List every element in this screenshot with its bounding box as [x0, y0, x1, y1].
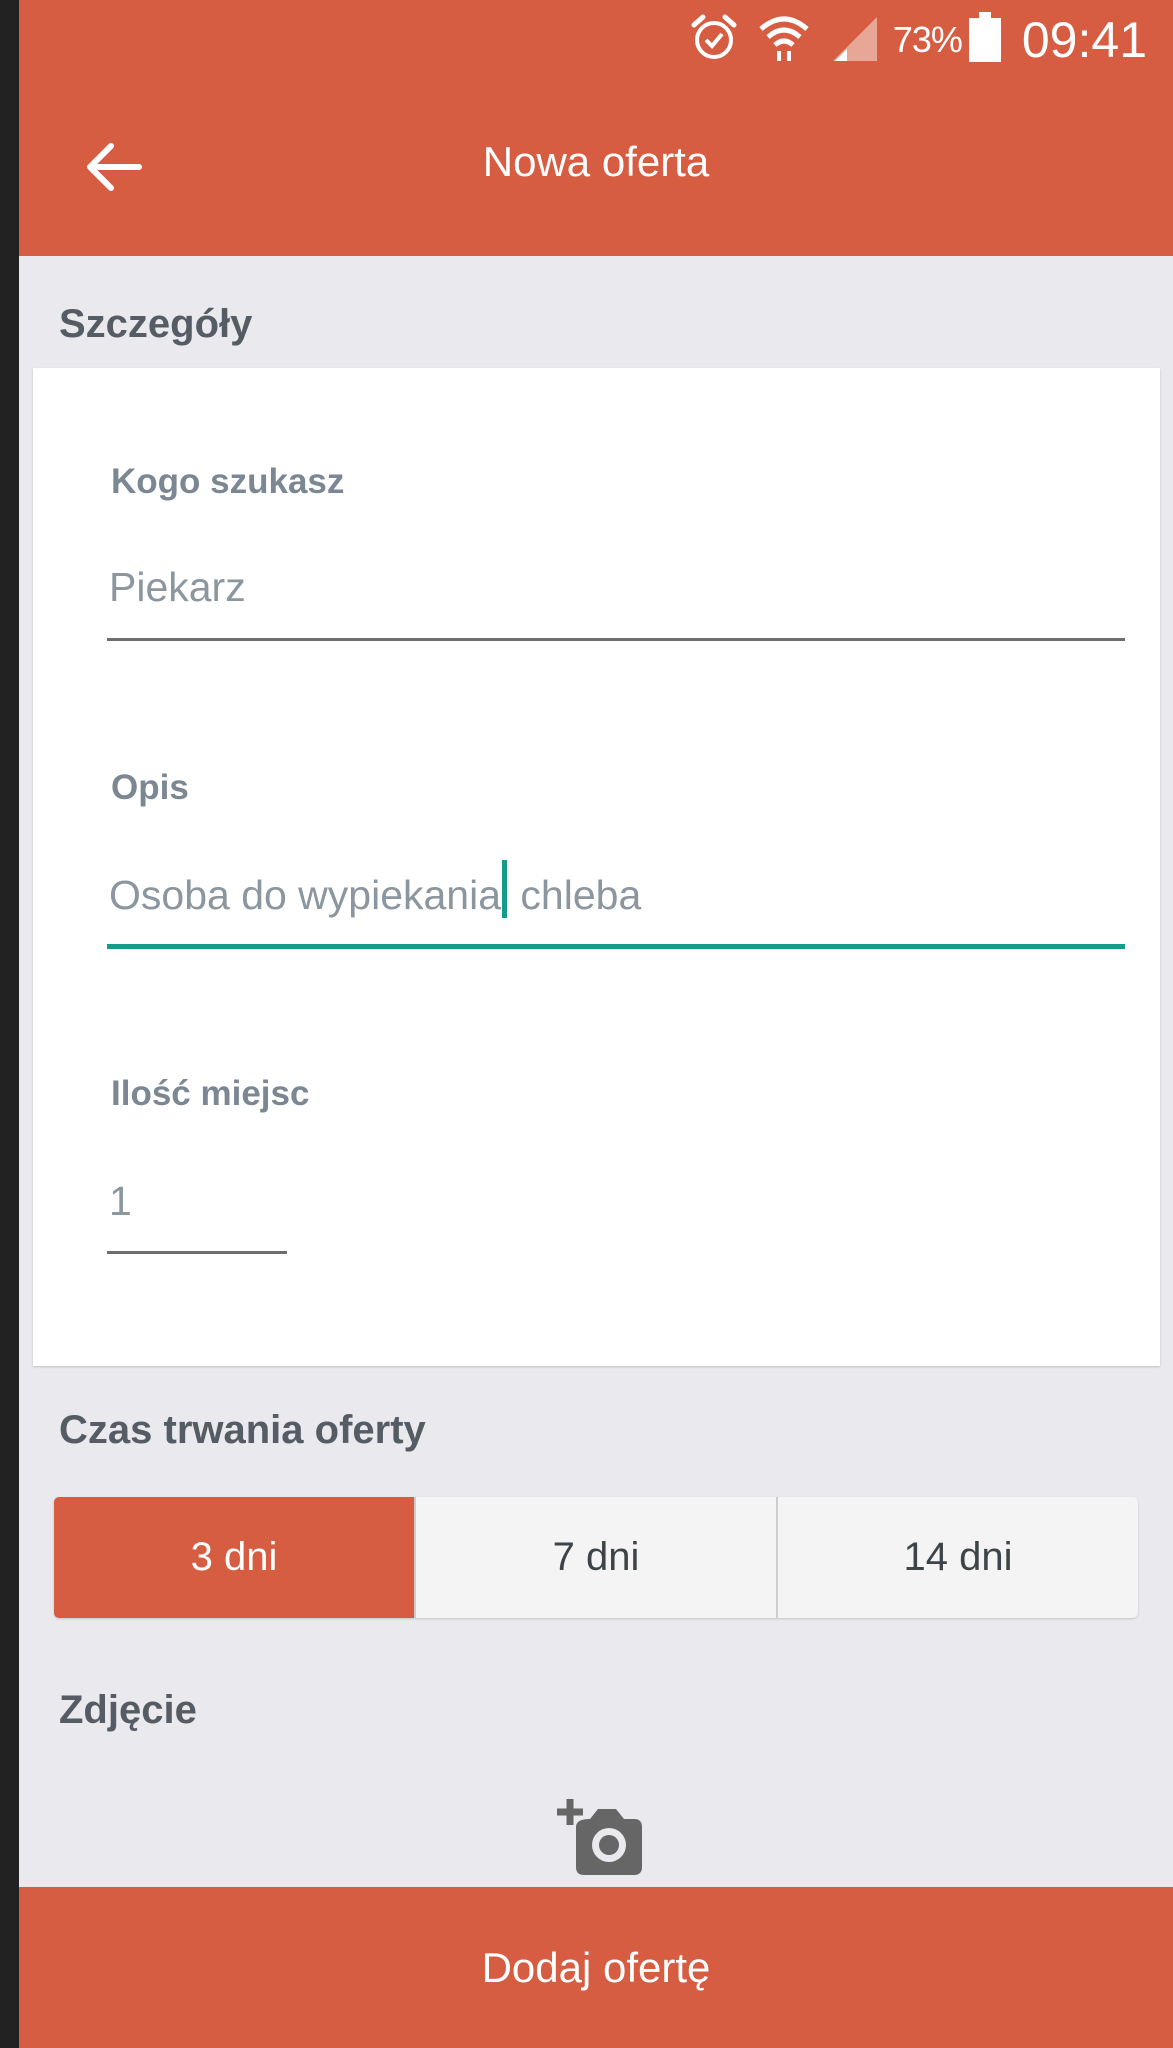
app-bar: 73% 09:41 Nowa oferta [19, 0, 1173, 256]
status-time: 09:41 [1021, 12, 1147, 68]
description-text-before-cursor: Osoba do wypiekania [109, 872, 502, 918]
submit-offer-button[interactable]: Dodaj ofertę [19, 1887, 1173, 2048]
section-header-details: Szczegóły [59, 302, 253, 346]
section-header-photo: Zdjęcie [59, 1688, 197, 1732]
app-screen: 73% 09:41 Nowa oferta Szczegóły Kogo szu… [19, 0, 1173, 2048]
wifi-icon [757, 13, 811, 68]
page-title: Nowa oferta [482, 138, 710, 185]
battery-icon [968, 11, 1002, 69]
battery-percent: 73% [892, 19, 963, 60]
description-value: Osoba do wypiekania chleba [109, 860, 642, 919]
description-label: Opis [111, 768, 189, 807]
who-underline [107, 638, 1125, 641]
add-photo-button[interactable] [556, 1797, 646, 1879]
add-photo-icon [557, 1799, 642, 1875]
details-card: Kogo szukasz Piekarz Opis Osoba do wypie… [33, 368, 1160, 1366]
duration-option-3-days[interactable]: 3 dni [54, 1497, 414, 1618]
who-label: Kogo szukasz [111, 462, 345, 501]
places-underline [107, 1251, 287, 1254]
signal-icon [829, 13, 879, 68]
description-underline [107, 944, 1125, 949]
alarm-icon [689, 13, 739, 68]
description-text-after-cursor: chleba [509, 872, 642, 918]
duration-option-14-days[interactable]: 14 dni [776, 1497, 1138, 1618]
status-bar: 73% 09:41 [573, 0, 1173, 80]
duration-selector: 3 dni 7 dni 14 dni [54, 1497, 1138, 1618]
places-label: Ilość miejsc [111, 1074, 310, 1113]
text-cursor [502, 860, 508, 918]
places-value: 1 [109, 1178, 132, 1224]
section-header-duration: Czas trwania oferty [59, 1408, 426, 1452]
who-value: Piekarz [109, 564, 246, 610]
duration-option-7-days[interactable]: 7 dni [414, 1497, 776, 1618]
